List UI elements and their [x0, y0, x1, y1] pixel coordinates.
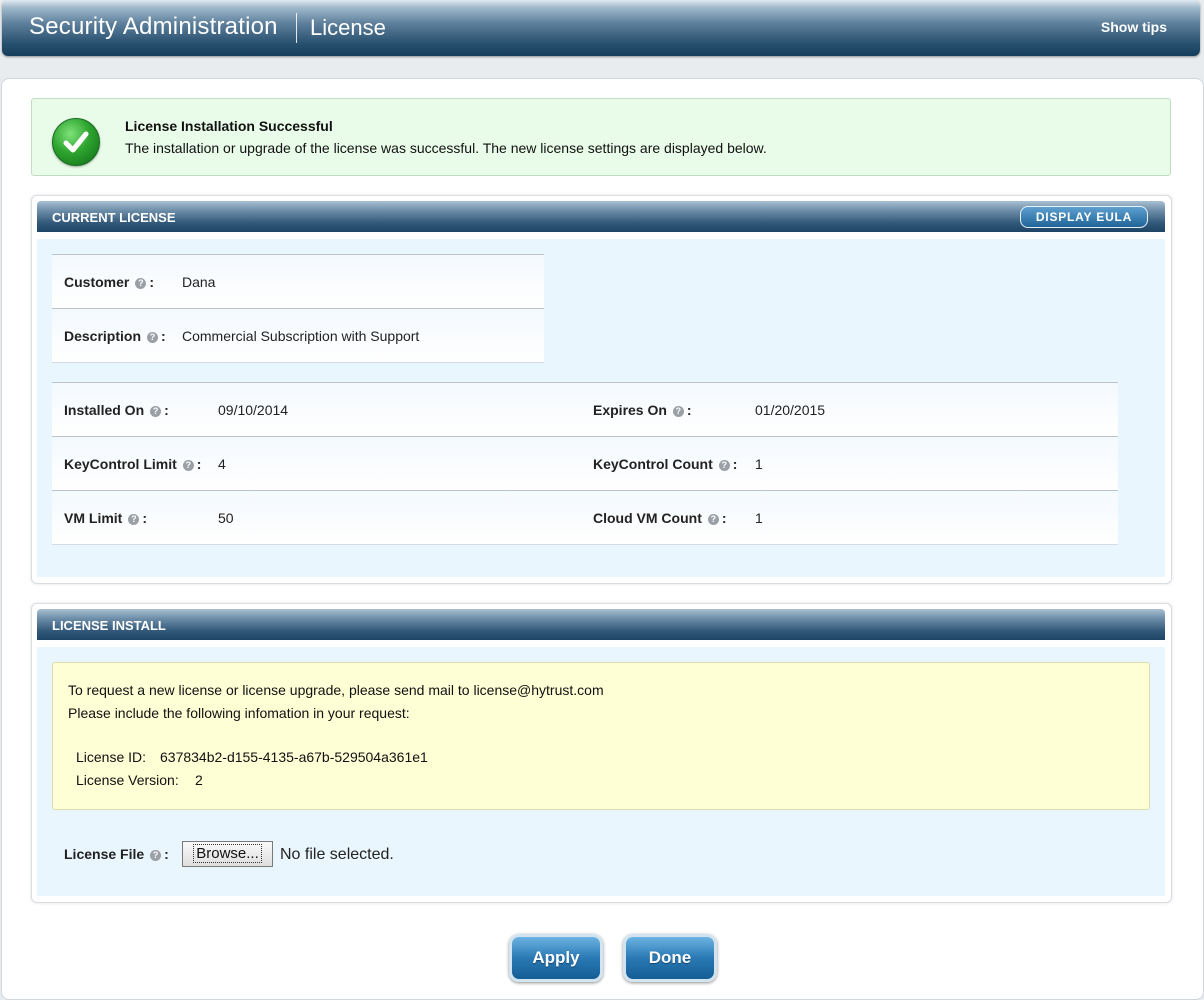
- license-id-value: 637834b2-d155-4135-a67b-529504a361e1: [160, 749, 428, 765]
- customer-row: Customer?: Dana: [52, 254, 544, 309]
- app-title: Security Administration: [29, 13, 278, 40]
- license-file-label: License File?:: [64, 846, 169, 862]
- help-icon[interactable]: ?: [150, 850, 162, 861]
- page-title: License: [310, 15, 386, 40]
- installed-expires-row: Installed On?: 09/10/2014 Expires On?: 0…: [52, 382, 1118, 437]
- cloud-vm-count-value: 1: [755, 510, 763, 526]
- file-status-text: No file selected.: [280, 846, 394, 863]
- help-icon[interactable]: ?: [147, 332, 159, 343]
- current-license-panel: CURRENT LICENSE DISPLAY EULA Customer?: …: [31, 195, 1172, 584]
- request-instructions: To request a new license or license upgr…: [68, 682, 604, 698]
- display-eula-button[interactable]: DISPLAY EULA: [1020, 206, 1148, 228]
- help-icon[interactable]: ?: [672, 406, 684, 417]
- keycontrol-count-label: KeyControl Count?:: [593, 456, 738, 472]
- help-icon[interactable]: ?: [182, 460, 194, 471]
- keycontrol-limit-value: 4: [218, 456, 226, 472]
- help-icon[interactable]: ?: [135, 278, 147, 289]
- description-value: Commercial Subscription with Support: [182, 328, 420, 344]
- vm-limit-label: VM Limit?:: [64, 510, 148, 526]
- help-icon[interactable]: ?: [128, 514, 140, 525]
- current-license-title: CURRENT LICENSE: [52, 210, 176, 225]
- installed-on-label: Installed On?:: [64, 402, 169, 418]
- current-license-body: Customer?: Dana Description?: Commercial…: [37, 239, 1165, 577]
- license-version-label: License Version:: [76, 772, 179, 788]
- license-id-label: License ID:: [76, 749, 147, 765]
- include-instructions: Please include the following infomation …: [68, 705, 410, 721]
- help-icon[interactable]: ?: [150, 406, 162, 417]
- show-tips-link[interactable]: Show tips: [1101, 19, 1167, 35]
- help-icon[interactable]: ?: [707, 514, 719, 525]
- cloud-vm-count-label: Cloud VM Count?:: [593, 510, 727, 526]
- success-banner: License Installation Successful The inst…: [31, 98, 1171, 176]
- check-circle-icon: [52, 118, 100, 166]
- expires-on-value: 01/20/2015: [755, 402, 826, 418]
- license-install-panel: LICENSE INSTALL To request a new license…: [31, 603, 1172, 903]
- customer-value: Dana: [182, 274, 216, 290]
- done-button[interactable]: Done: [623, 934, 717, 982]
- apply-button[interactable]: Apply: [509, 934, 603, 982]
- description-row: Description?: Commercial Subscription wi…: [52, 308, 544, 363]
- help-icon[interactable]: ?: [718, 460, 730, 471]
- success-message: The installation or upgrade of the licen…: [125, 140, 767, 156]
- success-title: License Installation Successful: [125, 118, 333, 134]
- title-bar: Security Administration License Show tip…: [2, 0, 1200, 56]
- license-install-title: LICENSE INSTALL: [52, 618, 166, 633]
- vm-limit-value: 50: [218, 510, 234, 526]
- keycontrol-limit-label: KeyControl Limit?:: [64, 456, 202, 472]
- license-version-value: 2: [195, 772, 203, 788]
- keycontrol-row: KeyControl Limit?: 4 KeyControl Count?: …: [52, 436, 1118, 491]
- expires-on-label: Expires On?:: [593, 402, 692, 418]
- license-install-body: To request a new license or license upgr…: [37, 647, 1165, 896]
- description-label: Description?:: [64, 328, 166, 344]
- customer-label: Customer?:: [64, 274, 155, 290]
- keycontrol-count-value: 1: [755, 456, 763, 472]
- browse-button[interactable]: Browse...: [182, 841, 273, 867]
- request-info-box: To request a new license or license upgr…: [52, 662, 1150, 810]
- browse-label: Browse...: [193, 844, 262, 863]
- current-license-header: CURRENT LICENSE DISPLAY EULA: [37, 201, 1165, 232]
- license-install-header: LICENSE INSTALL: [37, 609, 1165, 640]
- vm-row: VM Limit?: 50 Cloud VM Count?: 1: [52, 490, 1118, 545]
- title-divider: [296, 13, 297, 43]
- installed-on-value: 09/10/2014: [218, 402, 289, 418]
